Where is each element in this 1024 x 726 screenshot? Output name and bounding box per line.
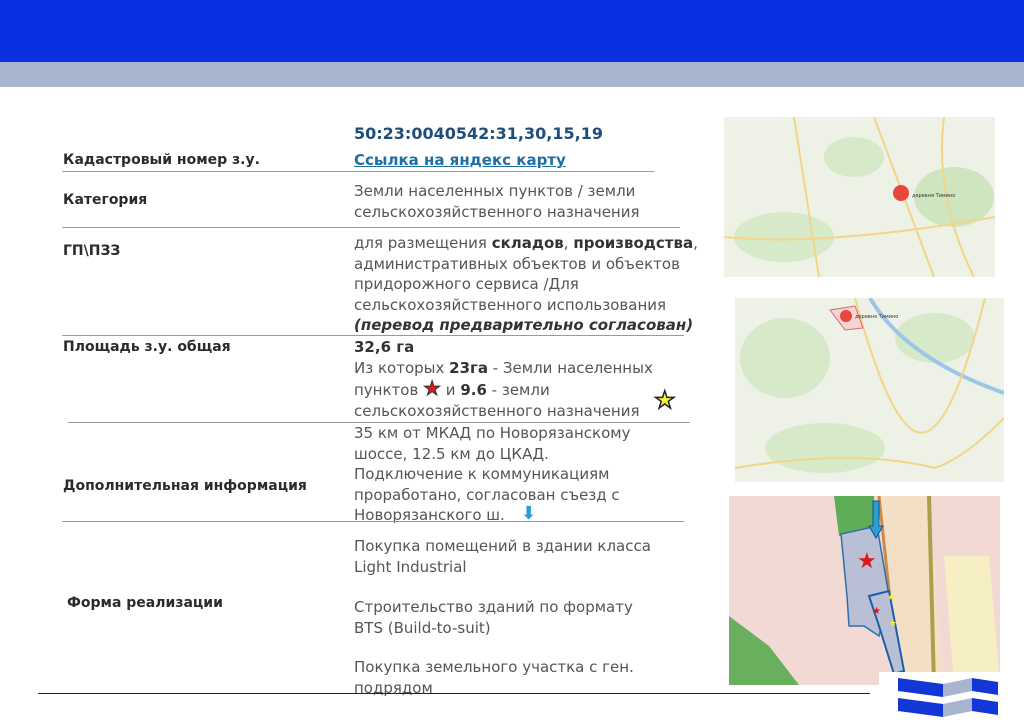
divider <box>62 227 680 228</box>
yandex-map-link[interactable]: Ссылка на яндекс карту <box>354 151 566 169</box>
realization-option: Покупка помещений в здании класса Light … <box>354 537 651 576</box>
site-plan-map: ★ ★ ★ ★ <box>729 496 1000 685</box>
additional-value: 35 км от МКАД по Новорязанскому шоссе, 1… <box>354 424 631 524</box>
region-map: деревня Тимино <box>724 117 995 277</box>
area-total: 32,6 га <box>354 338 415 356</box>
label-zoning: ГП\ПЗЗ <box>63 243 121 259</box>
map-pin-label: деревня Тимино <box>912 193 955 199</box>
cadastral-number: 50:23:0040542:31,30,15,19 <box>354 124 603 143</box>
text-bold: 9.6 <box>460 381 487 399</box>
label-realization: Форма реализации <box>67 595 223 611</box>
yellow-star-icon: ★ <box>889 619 897 629</box>
label-cadastral: Кадастровый номер з.у. <box>63 152 260 168</box>
label-area: Площадь з.у. общая <box>63 339 231 355</box>
company-logo <box>895 672 1001 724</box>
divider <box>62 171 654 172</box>
area-map: деревня Тимино <box>735 298 1004 482</box>
text-bold-italic: (перевод предварительно согласован) <box>354 316 694 334</box>
bottom-divider <box>38 693 870 694</box>
zoning-value: для размещения складов, производства, ад… <box>354 233 699 336</box>
red-star-icon: ★ <box>423 376 442 400</box>
red-star-icon: ★ <box>857 549 877 574</box>
red-star-icon: ★ <box>872 606 881 617</box>
label-category: Категория <box>63 192 148 208</box>
area-value: 32,6 га Из которых 23га - Земли населенны… <box>354 337 654 421</box>
label-additional: Дополнительная информация <box>63 478 307 494</box>
text-bold: складов <box>491 234 564 252</box>
text-bold: производства <box>573 234 694 252</box>
map-pin-label: деревня Тимино <box>855 314 898 320</box>
yellow-star-icon: ★ <box>653 385 676 415</box>
text: для размещения <box>354 234 492 252</box>
header-band <box>0 62 1024 87</box>
yellow-star-icon: ★ <box>887 593 895 603</box>
text: Из которых <box>354 358 450 377</box>
realization-option: Покупка земельного участка с ген. подряд… <box>354 658 634 697</box>
divider <box>62 521 684 522</box>
text: , <box>563 234 574 252</box>
category-value: Земли населенных пунктов / земли сельско… <box>354 182 640 221</box>
text: и <box>441 381 461 399</box>
header-bar <box>0 0 1024 62</box>
text-bold: 23га <box>449 358 488 377</box>
realization-option: Строительство зданий по формату BTS (Bui… <box>354 598 633 637</box>
divider <box>62 335 684 336</box>
